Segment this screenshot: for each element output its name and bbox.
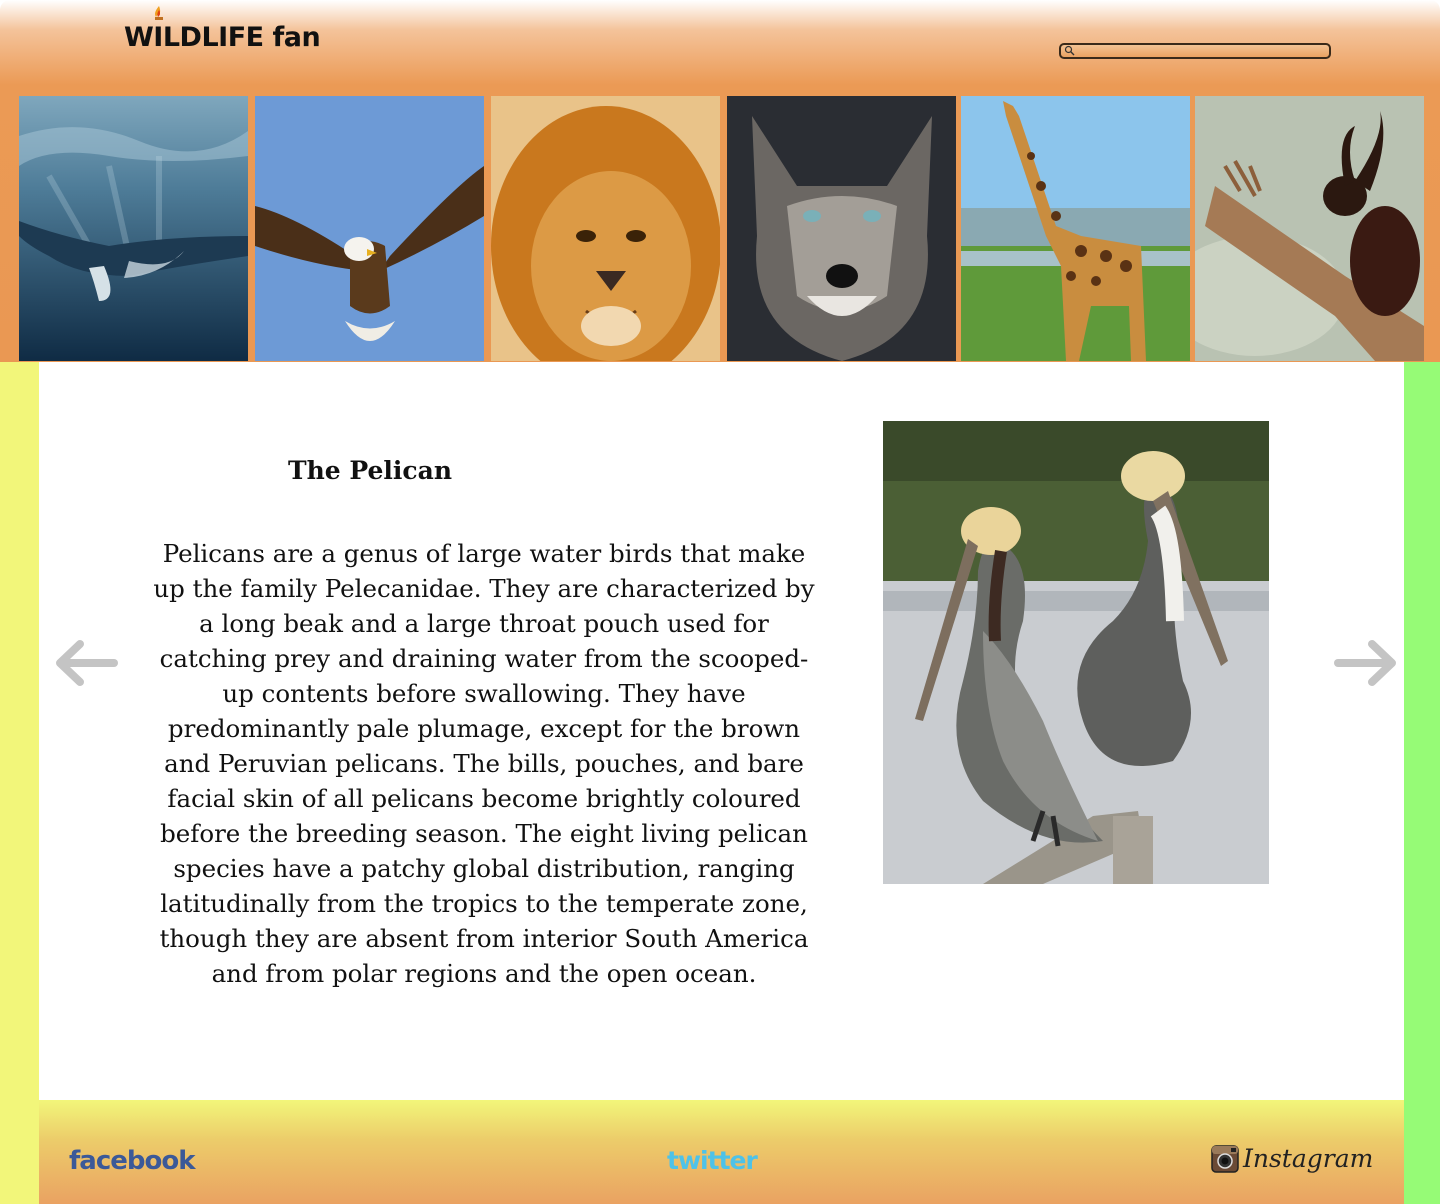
search-icon xyxy=(1064,45,1075,56)
gallery-thumb-whale[interactable] xyxy=(19,96,248,361)
pelican-photo xyxy=(883,421,1269,884)
left-sidebar-band xyxy=(0,362,39,1204)
gallery-thumb-giraffe[interactable] xyxy=(961,96,1190,361)
eagle-image xyxy=(255,96,484,361)
instagram-icon xyxy=(1211,1144,1239,1173)
gallery-thumb-eagle[interactable] xyxy=(255,96,484,361)
gallery-thumb-lion[interactable] xyxy=(491,96,720,361)
article-body: Pelicans are a genus of large water bird… xyxy=(153,539,815,988)
site-footer: facebook twitter Instagram xyxy=(39,1100,1404,1204)
facebook-link[interactable]: facebook xyxy=(69,1146,196,1176)
beetle-image xyxy=(1195,96,1424,361)
right-sidebar-band xyxy=(1404,362,1440,1204)
site-header: WILDLIFE fan xyxy=(0,0,1440,362)
whale-image xyxy=(19,96,248,361)
gallery-thumb-wolf[interactable] xyxy=(727,96,956,361)
lion-image xyxy=(491,96,720,361)
twitter-link[interactable]: twitter xyxy=(667,1146,758,1175)
giraffe-image xyxy=(961,96,1190,361)
instagram-label: Instagram xyxy=(1243,1144,1374,1173)
article-title: The Pelican xyxy=(287,456,452,485)
wolf-image xyxy=(727,96,956,361)
arrow-right-icon[interactable] xyxy=(1334,640,1396,686)
pelican-image xyxy=(883,421,1269,884)
site-logo[interactable]: WILDLIFE fan xyxy=(124,22,321,53)
arrow-left-icon[interactable] xyxy=(56,640,118,686)
search-input[interactable] xyxy=(1059,43,1331,59)
instagram-link[interactable]: Instagram xyxy=(1211,1144,1373,1173)
gallery-thumb-beetle[interactable] xyxy=(1195,96,1424,361)
